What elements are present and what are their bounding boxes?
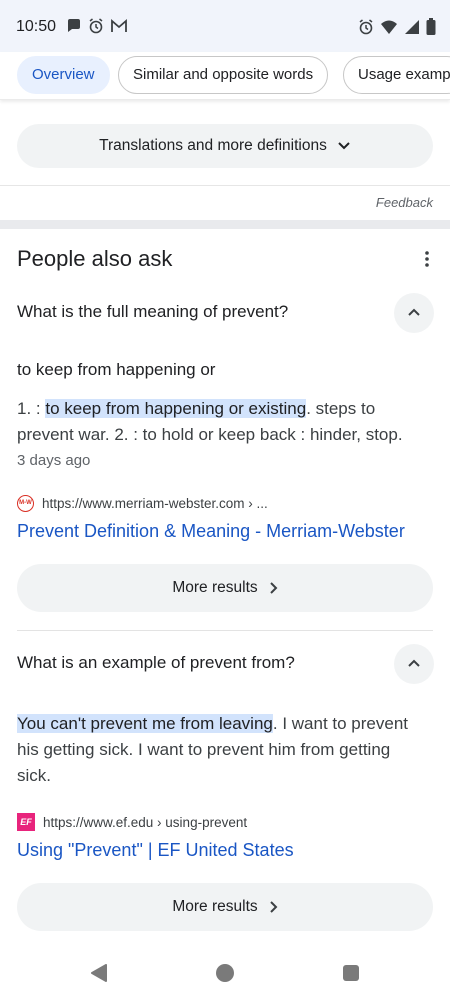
divider	[17, 630, 433, 631]
signal-icon	[404, 19, 420, 40]
question-1[interactable]: What is the full meaning of prevent?	[17, 302, 288, 322]
alarm-icon	[358, 18, 374, 40]
source-2-url: https://www.ef.edu › using-prevent	[43, 814, 248, 830]
source-1-url: https://www.merriam-webster.com › ...	[42, 496, 268, 511]
chevron-right-icon	[268, 581, 278, 595]
section-divider	[0, 220, 450, 229]
answer-1-date: 3 days ago	[17, 452, 91, 469]
answer-1: 1. : to keep from happening or existing.…	[17, 396, 427, 448]
source-2[interactable]: EF https://www.ef.edu › using-prevent	[17, 813, 247, 831]
wifi-icon	[380, 19, 398, 40]
navigation-bar	[0, 948, 450, 1000]
chip-similar-opposite-words[interactable]: Similar and opposite words	[118, 56, 329, 94]
merriam-webster-favicon-icon: M-W	[17, 495, 34, 512]
alarm-icon	[88, 18, 104, 39]
chevron-down-icon	[337, 141, 351, 151]
answer-2: You can't prevent me from leaving. I wan…	[17, 711, 427, 789]
people-also-ask-title: People also ask	[17, 246, 173, 271]
collapse-question-1-button[interactable]	[394, 293, 434, 333]
source-1[interactable]: M-W https://www.merriam-webster.com › ..…	[17, 495, 268, 512]
chevron-up-icon	[407, 304, 421, 322]
chevron-right-icon	[268, 900, 278, 914]
question-2[interactable]: What is an example of prevent from?	[17, 653, 295, 673]
chip-overview[interactable]: Overview	[17, 56, 110, 94]
status-bar: 10:50	[0, 0, 450, 52]
answer-1-highlight: to keep from happening or existing	[45, 399, 307, 418]
back-icon[interactable]	[90, 964, 108, 987]
translations-label: Translations and more definitions	[99, 137, 327, 154]
answer-1-prefix: 1. :	[17, 399, 46, 418]
recent-apps-icon[interactable]	[343, 965, 359, 981]
status-time: 10:50	[16, 18, 57, 35]
chip-usage-examples[interactable]: Usage examp	[343, 56, 450, 94]
more-results-button-2[interactable]: More results	[17, 883, 433, 931]
result-2-link[interactable]: Using "Prevent" | EF United States	[17, 840, 294, 861]
divider	[0, 185, 450, 186]
chat-bubble-icon	[66, 18, 82, 39]
chevron-up-icon	[407, 655, 421, 673]
more-results-button-1[interactable]: More results	[17, 564, 433, 612]
chip-bar: Overview Similar and opposite words Usag…	[0, 52, 450, 100]
home-icon[interactable]	[216, 964, 234, 982]
snippet-heading: to keep from happening or	[17, 360, 216, 379]
more-options-icon[interactable]	[420, 249, 434, 269]
answer-2-highlight: You can't prevent me from leaving	[17, 714, 273, 733]
collapse-question-2-button[interactable]	[394, 644, 434, 684]
ef-favicon-icon: EF	[17, 813, 35, 831]
gmail-icon	[110, 18, 128, 39]
translations-button[interactable]: Translations and more definitions	[17, 124, 433, 168]
result-1-link[interactable]: Prevent Definition & Meaning - Merriam-W…	[17, 521, 405, 542]
more-results-label-1: More results	[172, 579, 258, 596]
more-results-label-2: More results	[172, 898, 258, 915]
feedback-link[interactable]: Feedback	[376, 195, 433, 210]
battery-icon	[426, 18, 436, 40]
